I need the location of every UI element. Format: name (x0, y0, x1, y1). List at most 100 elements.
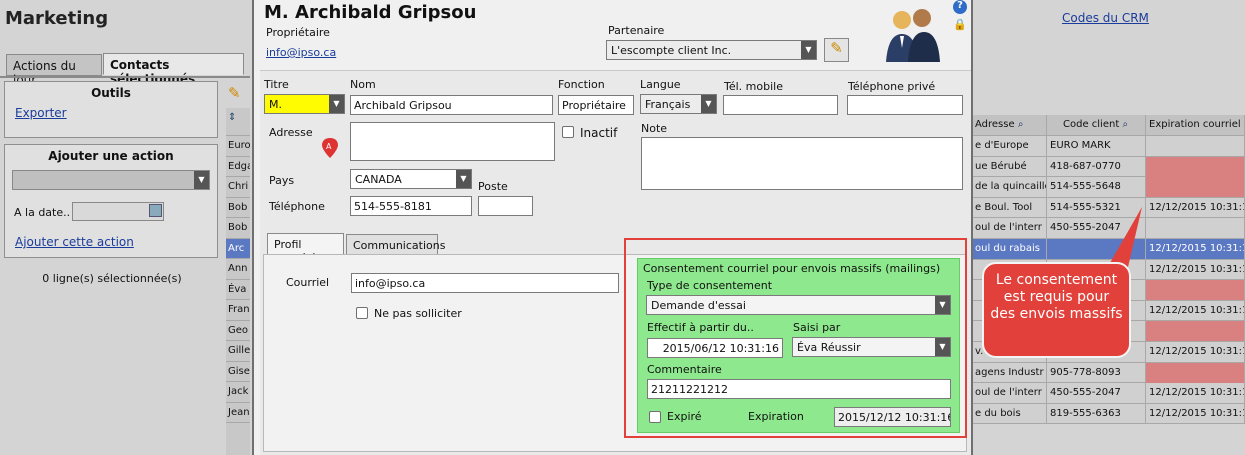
inactif-checkbox[interactable] (562, 126, 574, 138)
contact-role: Propriétaire (266, 26, 330, 39)
action-select[interactable]: ▼ (12, 170, 210, 190)
add-action-title: Ajouter une action (48, 149, 174, 163)
ne-pas-solliciter-label: Ne pas solliciter (374, 307, 462, 320)
table-row[interactable]: Jack (226, 382, 250, 403)
mobile-input[interactable] (723, 95, 838, 115)
table-row[interactable]: Gille (226, 341, 250, 362)
adresse-label: Adresse (269, 126, 313, 139)
table-cell: EURO MARK (1047, 136, 1146, 156)
export-link[interactable]: Exporter (15, 106, 217, 120)
table-cell (1146, 136, 1245, 156)
expiration-input[interactable]: 2015/12/12 10:31:16 (834, 407, 951, 427)
note-textarea[interactable] (641, 137, 963, 190)
table-row[interactable]: Jean (226, 403, 250, 423)
table-row[interactable]: de la quincaille 514-555-5648 (972, 177, 1245, 198)
table-cell (1146, 177, 1245, 198)
poste-label: Poste (478, 180, 508, 193)
map-pin-icon[interactable]: A (322, 138, 338, 158)
table-row[interactable]: Fran (226, 300, 250, 321)
table-row[interactable]: Ann (226, 259, 250, 280)
courriel-label: Courriel (286, 276, 330, 289)
table-cell: 12/12/2015 10:31:1 (1146, 259, 1245, 280)
adresse-textarea[interactable] (350, 122, 555, 161)
pays-label: Pays (269, 174, 295, 187)
poste-input[interactable] (478, 196, 533, 216)
expire-checkbox[interactable] (649, 411, 661, 423)
consent-type-select[interactable]: Demande d'essai ▼ (646, 295, 951, 315)
table-row[interactable]: Geo (226, 321, 250, 341)
table-row[interactable]: Éva (226, 280, 250, 300)
table-row[interactable]: Arc (226, 238, 250, 259)
add-action-link[interactable]: Ajouter cette action (15, 235, 134, 249)
table-cell (1146, 362, 1245, 383)
table-cell: 12/12/2015 10:31:1 (1146, 342, 1245, 362)
prive-input[interactable] (847, 95, 963, 115)
sort-icon[interactable]: ⇕ (226, 108, 250, 136)
telephone-input[interactable]: 514-555-8181 (350, 196, 472, 216)
tab-contacts-selectionnes[interactable]: Contacts sélectionnés (103, 53, 244, 86)
langue-value: Français (645, 98, 691, 111)
column-header-code-client[interactable]: Code client ⌕ (1047, 115, 1146, 135)
table-row[interactable]: ue Bérubé 418-687-0770 (972, 156, 1245, 178)
courriel-input[interactable]: info@ipso.ca (351, 273, 619, 293)
table-cell: oul du rabais (972, 239, 1047, 259)
langue-select[interactable]: Français ▼ (640, 94, 717, 114)
search-icon[interactable]: ⌕ (1122, 119, 1128, 130)
partner-select[interactable]: L'escompte client Inc. ▼ (606, 40, 817, 60)
svg-text:A: A (326, 142, 332, 151)
expire-label: Expiré (667, 410, 702, 423)
help-icon[interactable]: ? (953, 0, 967, 14)
table-row[interactable]: agens Industr 905-778-8093 (972, 362, 1245, 384)
edit-pencil-icon[interactable]: ✎ (228, 84, 248, 104)
chevron-down-icon: ▼ (329, 95, 344, 113)
table-row[interactable]: e du bois 819-555-6363 12/12/2015 10:31:1 (972, 403, 1245, 425)
crm-codes-link[interactable]: Codes du CRM (1062, 11, 1149, 25)
chevron-down-icon: ▼ (456, 170, 471, 188)
add-action-panel: Ajouter une action ▼ A la date.. Ajouter… (4, 144, 218, 258)
pays-select[interactable]: CANADA ▼ (350, 169, 472, 189)
chevron-down-icon: ▼ (935, 296, 950, 314)
table-row[interactable]: Euro (226, 136, 250, 157)
consent-type-label: Type de consentement (647, 279, 773, 292)
column-header-expiration[interactable]: Expiration courriel (1146, 115, 1245, 135)
saisi-par-select[interactable]: Éva Réussir ▼ (792, 337, 951, 357)
table-cell (1146, 280, 1245, 301)
selected-count: 0 ligne(s) sélectionnée(s) (42, 272, 182, 285)
commentaire-input[interactable]: 21211221212 (647, 379, 951, 399)
prive-label: Téléphone privé (848, 80, 936, 93)
search-icon[interactable]: ⌕ (1018, 119, 1024, 130)
expiration-label: Expiration (748, 410, 804, 423)
chevron-down-icon: ▼ (194, 171, 209, 189)
table-row[interactable]: Edga (226, 157, 250, 177)
fonction-input[interactable]: Propriétaire (558, 95, 634, 115)
table-row[interactable]: Bob (226, 218, 250, 239)
calendar-icon[interactable] (149, 204, 162, 217)
tab-actions-du-jour[interactable]: Actions du jour (6, 54, 102, 87)
table-cell: 819-555-6363 (1047, 403, 1146, 424)
commentaire-label: Commentaire (647, 363, 722, 376)
tab-profil-courriel[interactable]: Profil courriel (267, 233, 344, 264)
pays-value: CANADA (355, 173, 402, 186)
table-cell: ue Bérubé (972, 156, 1047, 177)
ne-pas-solliciter-checkbox[interactable] (356, 307, 368, 319)
table-cell (1146, 156, 1245, 177)
table-row[interactable]: e d'Europe EURO MARK (972, 136, 1245, 157)
nom-input[interactable]: Archibald Gripsou (350, 95, 553, 115)
table-row[interactable]: Bob (226, 198, 250, 218)
chevron-down-icon: ▼ (801, 41, 816, 59)
effectif-date-input[interactable]: 2015/06/12 10:31:16 (647, 338, 783, 358)
contact-dialog: M. Archibald Gripsou Propriétaire info@i… (252, 0, 973, 455)
lock-icon[interactable]: 🔒 (953, 18, 967, 32)
titre-value: M. (269, 98, 282, 111)
table-row[interactable]: Chri (226, 177, 250, 198)
edit-partner-button[interactable]: ✎ (824, 38, 849, 62)
table-cell: oul de l'interr (972, 383, 1047, 404)
table-row[interactable]: Gise (226, 362, 250, 382)
tools-panel: Outils Exporter (4, 81, 218, 138)
table-row[interactable]: oul de l'interr 450-555-2047 12/12/2015 10… (972, 383, 1245, 404)
grid-header-row: Adresse ⌕ Code client ⌕ Expiration courr… (972, 115, 1245, 136)
contact-email-link[interactable]: info@ipso.ca (266, 46, 336, 59)
tab-communications[interactable]: Communications (346, 234, 445, 255)
titre-select[interactable]: M. ▼ (264, 94, 345, 114)
column-header-adresse[interactable]: Adresse ⌕ (972, 115, 1047, 135)
